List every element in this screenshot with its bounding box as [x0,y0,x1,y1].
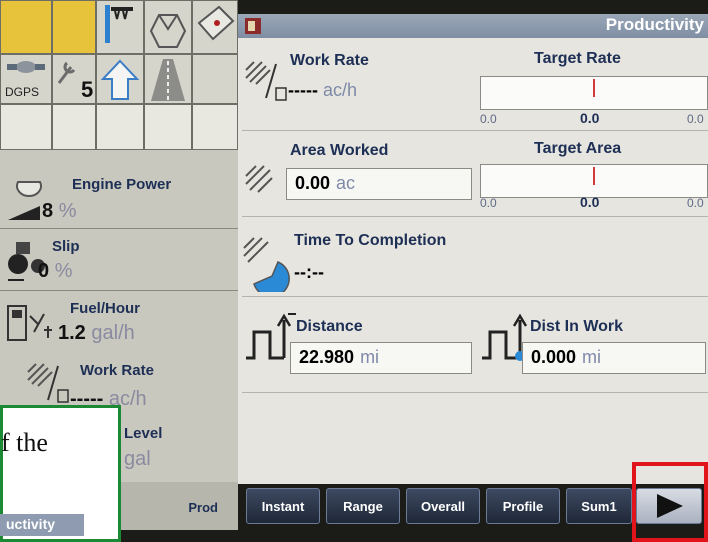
area-worked-field[interactable]: 0.00 ac [286,168,472,200]
callout-box: f the uctivity [0,405,121,542]
up-arrow-icon [100,59,140,100]
area-worked-label: Area Worked [290,142,389,159]
work-rate-label: Work Rate [290,52,369,69]
steering-tile[interactable] [96,54,144,104]
callout-snippet-text: uctivity [6,516,56,532]
target-rate-label: Target Rate [534,50,621,67]
engine-power-value: 8 [42,200,54,222]
tab-sum1[interactable]: Sum1 [566,488,632,524]
time-to-completion-value: --:-- [294,262,324,282]
dist-in-work-value: 0.000 [531,347,577,367]
page-book-icon [245,18,261,34]
time-to-completion-label: Time To Completion [294,232,447,249]
distance-label: Distance [296,318,363,335]
target-area-center: 0.0 [580,194,600,210]
area-worked-unit: ac [336,173,356,193]
work-rate-value: ----- [288,80,318,100]
target-area-min: 0.0 [480,196,497,210]
tab-overall-label: Overall [420,498,466,514]
work-rate-icon [27,363,69,403]
satellite-count: 5 [81,77,94,102]
work-rate-icon [245,61,287,101]
empty-slot[interactable] [0,104,52,150]
tab-profile[interactable]: Profile [486,488,560,524]
engine-power-label: Engine Power [72,176,172,193]
dist-in-work-unit: mi [582,347,602,367]
track-path-icon [151,59,185,101]
empty-slot[interactable] [192,104,238,150]
work-rate-unit: ac/h [323,80,358,100]
slip-value: 0 [38,260,50,282]
fuel-hour-value: 1.2 [58,322,86,344]
tab-range[interactable]: Range [326,488,400,524]
dist-in-work-field[interactable]: 0.000 mi [522,342,706,374]
satellite-icon [7,61,45,73]
blank-tile[interactable] [192,54,238,104]
highlight-box [632,462,708,542]
empty-slot[interactable] [96,104,144,150]
tab-overall[interactable]: Overall [406,488,480,524]
slip-label: Slip [52,238,80,255]
tab-instant[interactable]: Instant [246,488,320,524]
target-area-marker [593,167,595,185]
target-area-gauge [480,164,708,198]
dist-in-work-label: Dist In Work [530,318,624,335]
time-to-completion-icon [243,237,290,292]
implement-icon [105,5,133,43]
guidance-tile[interactable] [144,54,192,104]
target-rate-gauge [480,76,708,110]
slip-unit: % [54,260,73,282]
yellow-indicator-tile[interactable] [0,0,52,54]
empty-slot[interactable] [52,104,96,150]
productivity-panel: Productivity Work Rate ----- ac/h Target… [238,14,708,484]
engine-power-readout[interactable]: Engine Power 8 % [0,160,238,226]
level-unit: gal [124,448,151,470]
target-rate-min: 0.0 [480,112,497,126]
target-rate-center: 0.0 [580,110,600,126]
work-rate-value-row: ----- ac/h [288,80,357,101]
yellow-indicator-tile[interactable] [52,0,96,54]
book-icon [197,5,235,41]
distance-value: 22.980 [299,347,355,367]
distance-field[interactable]: 22.980 mi [290,342,472,374]
slip-readout[interactable]: Slip 0 % [0,230,238,288]
wrench-icon [57,61,76,84]
fuel-pump-icon [7,305,52,341]
target-rate-marker [593,79,595,97]
fuel-hour-label: Fuel/Hour [70,300,140,317]
distance-icon [246,313,296,360]
callout-text: f the [1,428,48,457]
engine-power-unit: % [58,200,77,222]
tab-range-label: Range [343,498,383,514]
tab-prod-label: Prod [188,500,218,515]
level-label: Level [124,425,163,442]
area-worked-value: 0.00 [295,173,331,193]
tab-instant-label: Instant [261,498,305,514]
page-title: Productivity [605,15,704,34]
tab-profile-label: Profile [502,498,544,514]
left-work-rate-label: Work Rate [80,362,154,379]
tractor-view-tile[interactable] [144,0,192,54]
tab-prod[interactable]: Prod [120,482,238,530]
implement-tile[interactable] [96,0,144,54]
target-rate-max: 0.0 [687,112,704,126]
dgps-label: DGPS [5,85,40,99]
panel-titlebar: Productivity [238,14,708,38]
fuel-hour-unit: gal/h [91,322,135,344]
satellite-count-tile[interactable]: 5 [52,54,96,104]
area-worked-icon [245,165,273,193]
dgps-tile[interactable]: DGPS [0,54,52,104]
manual-tile[interactable] [192,0,238,54]
target-area-max: 0.0 [687,196,704,210]
tractor-outline-icon [149,14,187,48]
empty-slot[interactable] [144,104,192,150]
tab-sum1-label: Sum1 [581,498,617,514]
target-area-label: Target Area [534,140,622,157]
callout-snippet: uctivity [0,514,84,536]
fuel-hour-readout[interactable]: Fuel/Hour 1.2 gal/h [0,292,238,352]
distance-unit: mi [360,347,380,367]
